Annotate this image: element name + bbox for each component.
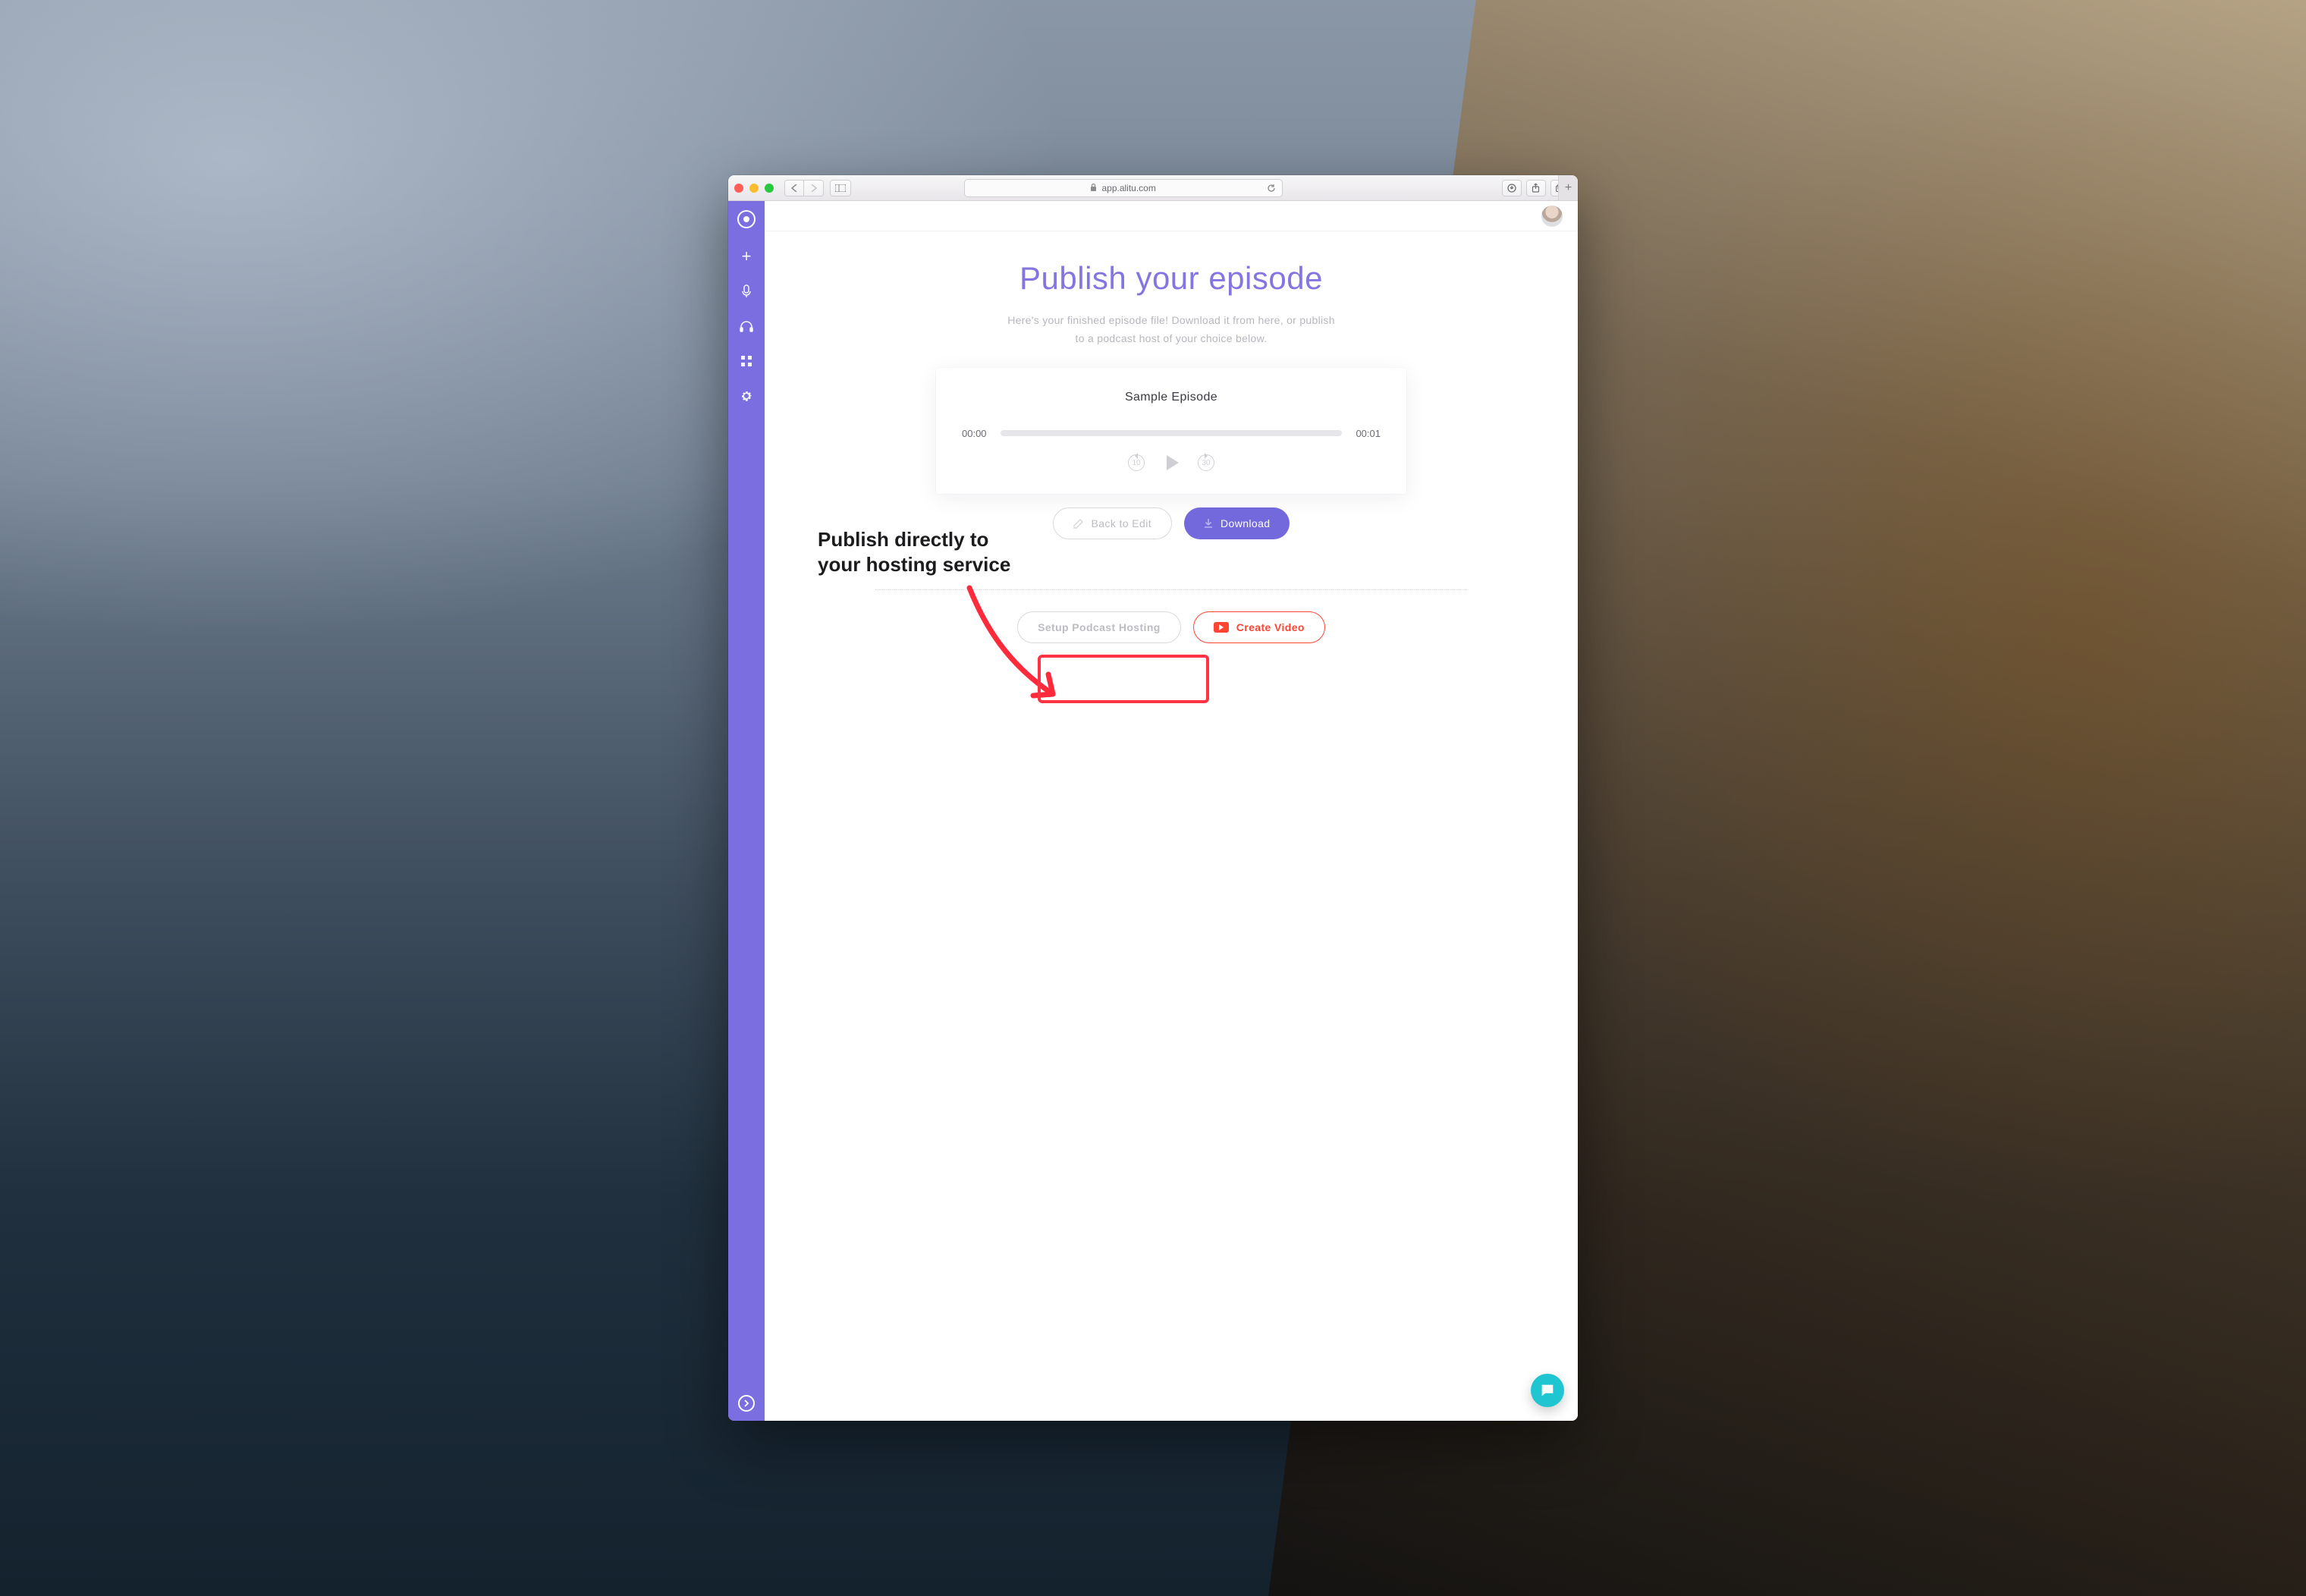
close-window-button[interactable] [734,184,743,193]
safari-window: app.alitu.com + + [728,175,1578,1420]
browser-titlebar: app.alitu.com + [728,175,1578,201]
nav-back-forward [784,180,824,196]
expand-sidebar-button[interactable] [738,1395,755,1412]
page-subtitle: Here's your finished episode file! Downl… [1007,312,1335,348]
chat-widget-button[interactable] [1531,1374,1564,1407]
user-avatar[interactable] [1541,206,1563,227]
download-label: Download [1221,517,1270,529]
duration: 00:01 [1356,428,1381,439]
seek-track[interactable] [1001,426,1343,441]
app-frame: + Publish your episode [728,201,1578,1420]
skip-forward-button[interactable]: 30 [1196,453,1216,473]
back-to-edit-label: Back to Edit [1092,517,1152,529]
url-host: app.alitu.com [1101,183,1155,193]
current-time: 00:00 [962,428,987,439]
publish-page: Publish your episode Here's your finishe… [853,231,1490,674]
lock-icon [1090,184,1097,192]
page-title: Publish your episode [1019,260,1323,297]
skip-forward-label: 30 [1202,459,1210,467]
minimize-window-button[interactable] [749,184,759,193]
chat-icon [1539,1382,1556,1399]
page-subtitle-line2: to a podcast host of your choice below. [1076,332,1268,344]
page-subtitle-line1: Here's your finished episode file! Downl… [1007,314,1335,326]
setup-hosting-button[interactable]: Setup Podcast Hosting [1017,611,1181,643]
app-content: Publish your episode Here's your finishe… [765,201,1578,1420]
play-button[interactable] [1161,453,1181,473]
skip-back-button[interactable]: 10 [1126,453,1146,473]
share-button[interactable] [1526,180,1546,196]
new-episode-button[interactable]: + [740,250,753,263]
new-tab-button[interactable]: + [1558,175,1578,200]
sidebar-toggle-button[interactable] [830,180,851,196]
back-button[interactable] [784,180,804,196]
record-icon[interactable] [740,284,753,298]
library-icon[interactable] [740,354,753,368]
app-logo-icon[interactable] [737,210,756,228]
app-sidebar: + [728,201,765,1420]
back-to-edit-button[interactable]: Back to Edit [1053,507,1173,539]
skip-back-label: 10 [1132,459,1140,467]
setup-hosting-label: Setup Podcast Hosting [1038,621,1161,633]
episode-title: Sample Episode [1125,391,1217,404]
maximize-window-button[interactable] [765,184,774,193]
bottom-button-row: Setup Podcast Hosting Create Video [1017,611,1325,643]
forward-button[interactable] [804,180,824,196]
address-bar[interactable]: app.alitu.com [964,179,1283,197]
create-video-label: Create Video [1236,621,1305,633]
reload-button[interactable] [1267,184,1276,193]
seek-track-line [1001,430,1343,436]
downloads-button[interactable] [1502,180,1522,196]
download-icon [1204,518,1213,529]
audio-player: 00:00 00:01 [962,426,1381,441]
headphones-icon[interactable] [740,319,753,333]
section-divider [875,589,1467,590]
episode-card: Sample Episode 00:00 00:01 10 [936,368,1406,494]
download-button[interactable]: Download [1184,507,1290,539]
create-video-button[interactable]: Create Video [1193,611,1325,643]
pencil-icon [1073,518,1084,529]
player-controls: 10 30 [1126,453,1216,473]
youtube-icon [1214,622,1229,633]
card-button-row: Back to Edit Download [1053,507,1290,539]
app-topbar [765,201,1578,231]
settings-icon[interactable] [740,389,753,403]
window-controls [734,184,774,193]
